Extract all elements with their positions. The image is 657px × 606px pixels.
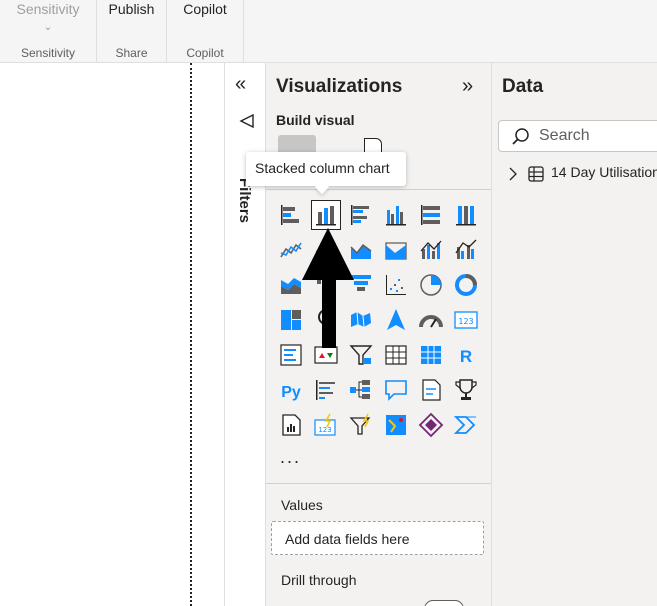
divider: [266, 483, 491, 484]
key-influencers-icon[interactable]: [311, 375, 341, 405]
power-automate-alt-icon[interactable]: [451, 410, 481, 440]
filters-pane-collapsed[interactable]: « Filters: [225, 63, 265, 606]
visualizations-title: Visualizations: [276, 76, 403, 97]
power-apps-alt-icon[interactable]: [416, 410, 446, 440]
power-bi-window: Sensitivity ⌄ Sensitivity Publish Share …: [0, 0, 657, 606]
report-canvas[interactable]: [0, 63, 224, 606]
ribbon-group-copilot: Copilot Copilot: [167, 0, 244, 62]
scatter-chart-icon[interactable]: [381, 270, 411, 300]
paginated-report-icon[interactable]: [276, 410, 306, 440]
chevron-down-icon[interactable]: ⌄: [0, 20, 96, 33]
annotation-arrow-icon: [300, 228, 356, 353]
ribbon-group-sensitivity: Sensitivity ⌄ Sensitivity: [0, 0, 97, 62]
metrics-icon[interactable]: [451, 375, 481, 405]
pie-chart-icon[interactable]: [416, 270, 446, 300]
ribbon: Sensitivity ⌄ Sensitivity Publish Share …: [0, 0, 657, 63]
table-icon[interactable]: [381, 340, 411, 370]
publish-button[interactable]: Publish: [97, 0, 166, 17]
search-input[interactable]: Search: [539, 127, 590, 145]
table-name: 14 Day Utilisation: [551, 164, 657, 180]
smart-narrative-icon[interactable]: [416, 375, 446, 405]
more-visuals-button[interactable]: ...: [280, 447, 301, 468]
data-pane: Data Search 14 Day Utilisation: [492, 63, 657, 606]
visual-tooltip: Stacked column chart: [246, 152, 406, 195]
python-visual-icon[interactable]: Py: [276, 375, 306, 405]
data-title: Data: [502, 76, 544, 97]
expand-pane-icon[interactable]: »: [462, 75, 473, 98]
search-icon: [511, 127, 531, 152]
chevron-right-icon[interactable]: [508, 166, 518, 185]
values-well-label: Values: [281, 497, 323, 513]
azure-map-icon[interactable]: [381, 305, 411, 335]
power-apps-icon[interactable]: 123: [311, 410, 341, 440]
drill-through-toggle[interactable]: [424, 600, 464, 606]
funnel-filter-icon: [239, 113, 255, 134]
svg-text:123: 123: [458, 317, 473, 326]
stacked-column-chart-icon[interactable]: [311, 200, 341, 230]
clustered-bar-chart-icon[interactable]: [346, 200, 376, 230]
donut-chart-icon[interactable]: [451, 270, 481, 300]
100-stacked-bar-chart-icon[interactable]: [416, 200, 446, 230]
gauge-icon[interactable]: [416, 305, 446, 335]
canvas-boundary: [190, 63, 192, 606]
stacked-bar-chart-icon[interactable]: [276, 200, 306, 230]
svg-text:123: 123: [318, 426, 331, 434]
table-icon: [528, 166, 544, 185]
ribbon-group-label: Share: [115, 46, 148, 60]
matrix-icon[interactable]: [416, 340, 446, 370]
svg-text:Py: Py: [281, 384, 301, 401]
search-box[interactable]: Search: [498, 120, 657, 152]
svg-text:R: R: [460, 347, 472, 366]
decomposition-tree-icon[interactable]: [346, 375, 376, 405]
collapse-filters-icon[interactable]: «: [235, 73, 246, 96]
values-placeholder: Add data fields here: [285, 531, 410, 547]
arcgis-map-icon[interactable]: [381, 410, 411, 440]
100-stacked-column-chart-icon[interactable]: [451, 200, 481, 230]
ribbon-group-label: Sensitivity: [20, 46, 76, 60]
line-clustered-column-chart-icon[interactable]: [451, 235, 481, 265]
copilot-button[interactable]: Copilot: [167, 0, 243, 17]
build-visual-label: Build visual: [276, 112, 355, 128]
sensitivity-button[interactable]: Sensitivity: [0, 0, 96, 17]
qa-icon[interactable]: [381, 375, 411, 405]
r-script-visual-icon[interactable]: R: [451, 340, 481, 370]
power-automate-icon[interactable]: [346, 410, 376, 440]
line-stacked-column-chart-icon[interactable]: [416, 235, 446, 265]
values-drop-zone[interactable]: Add data fields here: [271, 521, 484, 555]
card-icon[interactable]: 123: [451, 305, 481, 335]
tooltip-text: Stacked column chart: [255, 160, 390, 176]
ribbon-group-label: Copilot: [186, 46, 224, 60]
ribbon-group-share: Publish Share: [97, 0, 167, 62]
100-stacked-area-chart-icon[interactable]: [381, 235, 411, 265]
clustered-column-chart-icon[interactable]: [381, 200, 411, 230]
build-visual-tab[interactable]: [278, 135, 316, 153]
drill-through-label: Drill through: [281, 572, 357, 588]
divider: [266, 189, 491, 190]
